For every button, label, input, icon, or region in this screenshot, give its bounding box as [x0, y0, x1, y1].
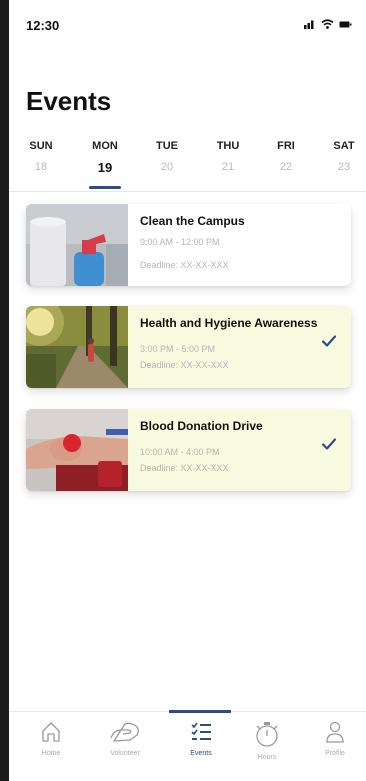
events-list-icon: [191, 722, 211, 740]
day-date: 20: [160, 161, 174, 173]
events-screen: 12:30 Events SUN 18 MON 19 TUE 20 THU 21…: [9, 0, 366, 781]
selected-day-indicator: [89, 186, 121, 189]
tab-volunteer[interactable]: Volunteer: [95, 720, 155, 757]
day-thu[interactable]: THU 21: [206, 140, 250, 173]
day-date: 22: [279, 161, 293, 173]
day-name: SUN: [29, 140, 53, 152]
day-date: 19: [97, 160, 113, 175]
tab-label: Hours: [257, 754, 277, 761]
blood-donation-image: [26, 409, 128, 491]
tab-events[interactable]: Events: [171, 720, 231, 757]
status-time: 12:30: [26, 18, 60, 33]
day-name: FRI: [277, 140, 295, 152]
check-icon: [321, 335, 337, 347]
day-name: SAT: [333, 140, 355, 152]
day-mon[interactable]: MON 19: [83, 140, 127, 175]
event-time: 9:00 AM - 12:00 PM: [140, 237, 220, 247]
event-time: 10:00 AM - 4:00 PM: [140, 447, 220, 457]
check-icon: [321, 438, 337, 450]
tab-label: Volunteer: [110, 750, 140, 757]
page-title: Events: [26, 86, 112, 116]
event-title: Blood Donation Drive: [140, 419, 263, 433]
home-icon: [42, 722, 60, 742]
wifi-icon: [321, 19, 334, 29]
tab-label: Home: [41, 750, 61, 757]
event-title: Health and Hygiene Awareness: [140, 316, 318, 330]
event-card-clean-campus[interactable]: Clean the Campus 9:00 AM - 12:00 PM Dead…: [26, 204, 351, 286]
profile-icon: [326, 721, 344, 743]
status-bar: 12:30: [9, 0, 366, 50]
event-deadline: Deadline: XX-XX-XXX: [140, 360, 229, 370]
event-deadline: Deadline: XX-XX-XXX: [140, 260, 229, 270]
cleaning-supplies-image: [26, 204, 128, 286]
tab-label: Events: [190, 750, 212, 757]
week-selector: SUN 18 MON 19 TUE 20 THU 21 FRI 22 SAT 2…: [9, 140, 366, 192]
day-date: 18: [34, 161, 48, 173]
event-time: 3:00 PM - 5:00 PM: [140, 344, 216, 354]
battery-icon: [339, 21, 352, 28]
bottom-tab-bar: Home Volunteer Events Hours Profile: [9, 710, 366, 781]
day-name: MON: [92, 140, 118, 152]
day-tue[interactable]: TUE 20: [145, 140, 189, 173]
event-title: Clean the Campus: [140, 214, 245, 228]
forest-path-image: [26, 306, 128, 388]
stopwatch-icon: [256, 722, 278, 747]
day-name: THU: [216, 140, 240, 152]
day-sat[interactable]: SAT 23: [322, 140, 366, 173]
event-card-blood-donation[interactable]: Blood Donation Drive 10:00 AM - 4:00 PM …: [26, 409, 351, 491]
day-name: TUE: [156, 140, 178, 152]
tab-profile[interactable]: Profile: [305, 720, 365, 757]
day-date: 21: [221, 161, 235, 173]
event-card-health-hygiene[interactable]: Health and Hygiene Awareness 3:00 PM - 5…: [26, 306, 351, 388]
tab-hours[interactable]: Hours: [237, 720, 297, 761]
tab-home[interactable]: Home: [21, 720, 81, 757]
divider: [9, 191, 366, 192]
event-deadline: Deadline: XX-XX-XXX: [140, 463, 229, 473]
volunteer-hands-icon: [110, 722, 139, 742]
active-tab-indicator: [169, 710, 231, 713]
day-fri[interactable]: FRI 22: [264, 140, 308, 173]
day-sun[interactable]: SUN 18: [19, 140, 63, 173]
tab-label: Profile: [325, 750, 345, 757]
signal-icon: [304, 20, 314, 29]
day-date: 23: [337, 161, 351, 173]
status-icons: [304, 19, 352, 29]
